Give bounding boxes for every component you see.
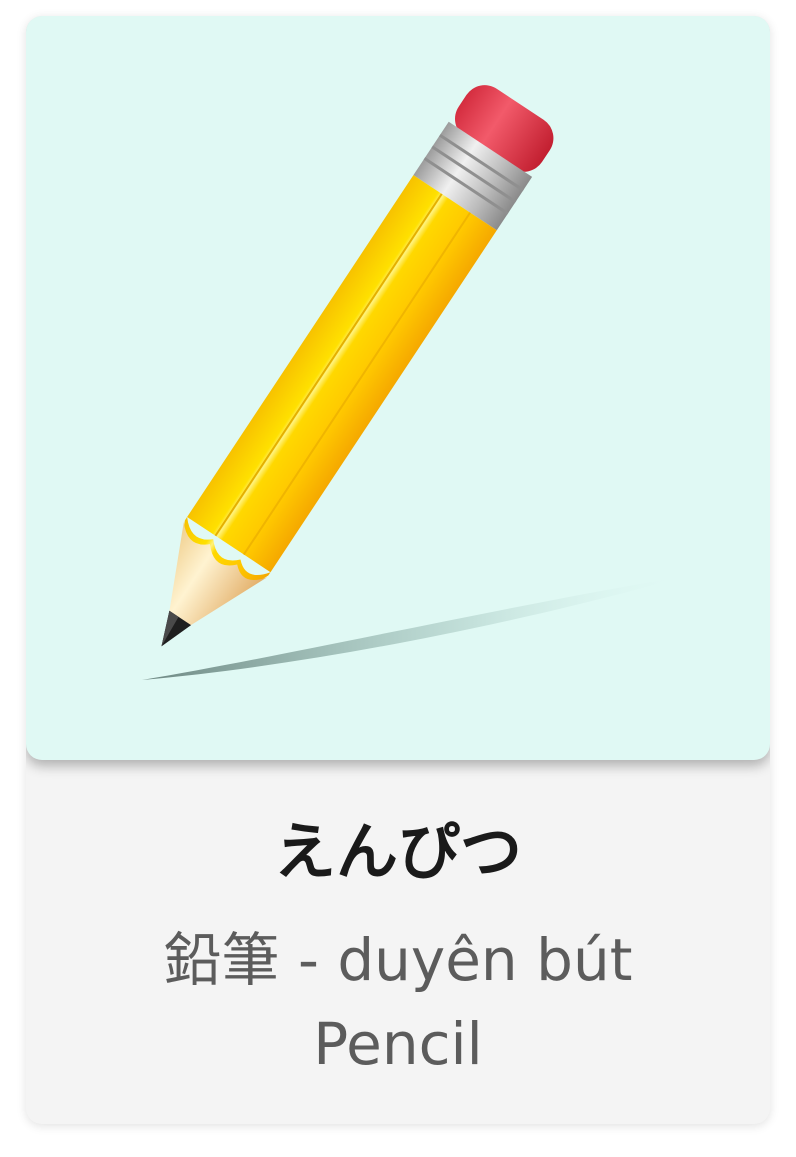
hiragana-word: えんぴつ xyxy=(273,815,522,888)
kanji-reading: 鉛筆 - duyên bút xyxy=(163,926,633,994)
pencil-icon xyxy=(142,85,686,680)
english-translation: Pencil xyxy=(313,1010,483,1078)
illustration-panel xyxy=(26,16,770,760)
card-text: えんぴつ 鉛筆 - duyên bút Pencil xyxy=(26,776,770,1124)
flashcard: えんぴつ 鉛筆 - duyên bút Pencil xyxy=(26,16,770,1124)
